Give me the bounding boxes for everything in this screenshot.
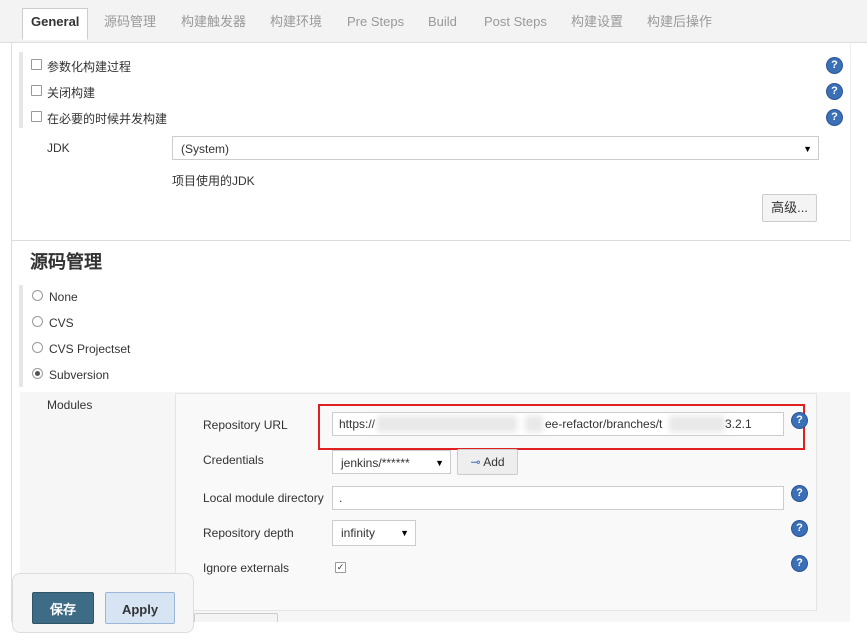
scm-none-radio[interactable]: [32, 290, 43, 301]
scm-cvs-label: CVS: [49, 316, 74, 330]
scm-none-label: None: [49, 290, 78, 304]
help-icon[interactable]: ?: [792, 486, 807, 501]
local-dir-value: .: [339, 491, 343, 505]
chevron-down-icon: ▼: [803, 144, 812, 154]
local-dir-input[interactable]: .: [332, 486, 784, 510]
tab-scm[interactable]: 源码管理: [104, 9, 156, 39]
save-button[interactable]: 保存: [32, 592, 94, 624]
ignore-externals-checkbox[interactable]: ✓: [335, 562, 346, 573]
general-options-bar: [19, 52, 23, 128]
tab-triggers[interactable]: 构建触发器: [181, 9, 246, 39]
concurrent-build-checkbox[interactable]: [31, 111, 42, 122]
tab-general[interactable]: General: [22, 8, 89, 40]
ignore-externals-label: Ignore externals: [203, 561, 290, 575]
help-icon[interactable]: ?: [827, 110, 842, 125]
disable-build-label: 关闭构建: [47, 86, 96, 100]
scm-cvs-projectset-label: CVS Projectset: [49, 342, 131, 356]
tab-post-steps[interactable]: Post Steps: [484, 9, 547, 39]
right-border: [850, 42, 851, 242]
disable-build-checkbox[interactable]: [31, 85, 42, 96]
repo-url-label: Repository URL: [203, 418, 288, 432]
tab-build-settings[interactable]: 构建设置: [571, 9, 623, 39]
partial-button[interactable]: [194, 613, 278, 622]
red-highlight-box: [318, 404, 805, 450]
key-icon: ⊸: [470, 455, 481, 469]
help-icon[interactable]: ?: [792, 521, 807, 536]
credentials-value: jenkins/******: [341, 456, 410, 470]
advanced-button[interactable]: 高级...: [762, 194, 817, 222]
jdk-select[interactable]: (System) ▼: [172, 136, 819, 160]
jdk-hint: 项目使用的JDK: [172, 174, 255, 188]
concurrent-build-label: 在必要的时候并发构建: [47, 112, 168, 126]
chevron-down-icon: ▼: [400, 528, 409, 538]
scm-options-bar: [19, 285, 23, 387]
tab-build[interactable]: Build: [428, 9, 457, 39]
add-button-label: Add: [483, 455, 505, 469]
modules-label: Modules: [47, 398, 93, 412]
jdk-select-value: (System): [181, 142, 229, 156]
scm-cvs-projectset-radio[interactable]: [32, 342, 43, 353]
jdk-label: JDK: [47, 141, 70, 155]
scm-subversion-label: Subversion: [49, 368, 110, 382]
depth-value: infinity: [341, 526, 376, 540]
tab-bar: General 源码管理 构建触发器 构建环境 Pre Steps Build …: [0, 0, 867, 43]
help-icon[interactable]: ?: [827, 84, 842, 99]
param-build-label: 参数化构建过程: [47, 60, 132, 74]
credentials-label: Credentials: [203, 453, 264, 467]
help-icon[interactable]: ?: [827, 58, 842, 73]
chevron-down-icon: ▼: [435, 458, 444, 468]
tab-build-env[interactable]: 构建环境: [270, 9, 322, 39]
section-divider: [12, 240, 850, 241]
credentials-select[interactable]: jenkins/****** ▼: [332, 450, 451, 474]
tab-post-build[interactable]: 构建后操作: [647, 9, 712, 39]
help-icon[interactable]: ?: [792, 556, 807, 571]
tab-pre-steps[interactable]: Pre Steps: [347, 9, 404, 39]
add-credentials-button[interactable]: ⊸ Add: [457, 449, 518, 475]
depth-select[interactable]: infinity ▼: [332, 520, 416, 546]
local-dir-label: Local module directory: [203, 491, 324, 505]
apply-button[interactable]: Apply: [105, 592, 175, 624]
param-build-checkbox[interactable]: [31, 59, 42, 70]
scm-cvs-radio[interactable]: [32, 316, 43, 327]
scm-section-title: 源码管理: [30, 252, 102, 272]
left-border: [11, 42, 12, 622]
help-icon[interactable]: ?: [792, 413, 807, 428]
depth-label: Repository depth: [203, 526, 294, 540]
scm-subversion-radio[interactable]: [32, 368, 43, 379]
